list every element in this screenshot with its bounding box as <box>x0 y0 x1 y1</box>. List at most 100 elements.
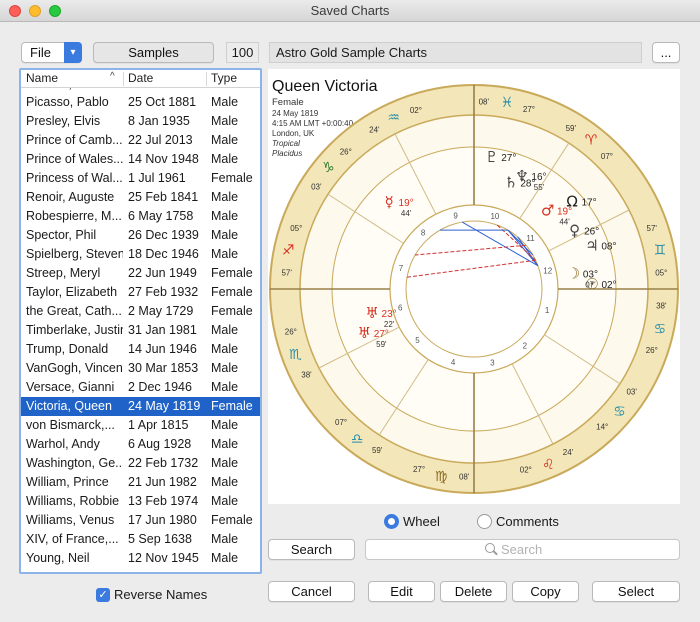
row-name: Versace, Gianni <box>26 380 115 394</box>
table-row[interactable]: Prince of Wales... 14 Nov 1948 Male <box>21 150 260 169</box>
planet-glyph-icon: ♃ <box>585 237 598 255</box>
cusp-minute: 03' <box>626 387 637 396</box>
table-row[interactable]: Williams, Venus 17 Jun 1980 Female <box>21 511 260 530</box>
row-name: Presley, Elvis <box>26 114 101 128</box>
row-type: Male <box>211 437 239 451</box>
search-button[interactable]: Search <box>268 539 355 560</box>
row-type: Female <box>211 266 253 280</box>
cusp-minute: 24' <box>369 126 380 135</box>
cancel-button[interactable]: Cancel <box>268 581 355 602</box>
comments-radio[interactable] <box>477 514 492 529</box>
table-row[interactable]: Young, Neil 12 Nov 1945 Male <box>21 549 260 568</box>
planet-minute: 07' <box>585 281 596 290</box>
row-name: Young, Neil <box>26 551 90 565</box>
table-row[interactable]: the Great, Cath... 2 May 1729 Female <box>21 302 260 321</box>
row-date: 14 Nov 1948 <box>128 152 199 166</box>
select-button[interactable]: Select <box>592 581 680 602</box>
table-row[interactable]: XIV, of France,... 5 Sep 1638 Male <box>21 530 260 549</box>
row-type: Male <box>211 551 239 565</box>
edit-button[interactable]: Edit <box>368 581 435 602</box>
wheel-radio[interactable] <box>384 514 399 529</box>
house-number: 2 <box>523 341 528 350</box>
row-date: 8 Jan 1935 <box>128 114 190 128</box>
table-row[interactable]: Robespierre, M... 6 May 1758 Male <box>21 207 260 226</box>
house-number: 3 <box>490 359 495 368</box>
row-name: Williams, Venus <box>26 513 115 527</box>
table-row[interactable]: Timberlake, Justin 31 Jan 1981 Male <box>21 321 260 340</box>
table-row[interactable]: Taylor, Elizabeth 27 Feb 1932 Female <box>21 283 260 302</box>
cusp-degree: 05° <box>290 224 302 233</box>
row-type: Male <box>211 342 239 356</box>
cusp-degree: 27° <box>523 105 535 114</box>
row-type: Male <box>211 95 239 109</box>
row-type: Male <box>211 475 239 489</box>
table-row[interactable]: Picasso, Pablo 25 Oct 1881 Male <box>21 93 260 112</box>
zodiac-sign-icon: ♋ <box>654 322 667 338</box>
cusp-minute: 57' <box>647 224 658 233</box>
planet-glyph-icon: ♅ <box>365 304 378 322</box>
planet-glyph-icon: ♅ <box>358 324 371 342</box>
table-row[interactable]: Spielberg, Steven 18 Dec 1946 Male <box>21 245 260 264</box>
house-number: 1 <box>545 306 550 315</box>
table-row[interactable]: Warhol, Andy 6 Aug 1928 Male <box>21 435 260 454</box>
table-row[interactable]: William, Prince 21 Jun 1982 Male <box>21 473 260 492</box>
checkmark-icon: ✓ <box>96 588 110 602</box>
table-row[interactable]: Versace, Gianni 2 Dec 1946 Male <box>21 378 260 397</box>
row-type: Female <box>211 399 253 413</box>
planet-degree: 28° <box>520 179 535 190</box>
row-name: Streep, Meryl <box>26 266 101 280</box>
table-row[interactable]: Princess of Wal... 1 Jul 1961 Female <box>21 169 260 188</box>
planet-degree: 19° <box>399 198 414 209</box>
cusp-minute: 59' <box>566 124 577 133</box>
planet-minute: 44' <box>559 217 570 226</box>
file-dropdown[interactable]: File ▾ <box>21 42 82 63</box>
table-row[interactable]: Renoir, Auguste 25 Feb 1841 Male <box>21 188 260 207</box>
planet-glyph-icon: ♇ <box>485 148 498 166</box>
charts-table[interactable]: Name ^ Date Type Pasteur, Louis27 Dec 18… <box>19 68 262 574</box>
row-date: 22 Jun 1949 <box>128 266 197 280</box>
table-row[interactable]: Presley, Elvis 8 Jan 1935 Male <box>21 112 260 131</box>
samples-button[interactable]: Samples <box>93 42 214 63</box>
table-row[interactable]: von Bismarck,... 1 Apr 1815 Male <box>21 416 260 435</box>
row-type: Female <box>211 171 253 185</box>
table-body: Pasteur, Louis27 Dec 1822MalePicasso, Pa… <box>21 70 260 572</box>
house-number: 8 <box>421 229 426 238</box>
search-input[interactable]: Search <box>365 539 680 560</box>
window: Saved Charts File ▾ Samples 100 Astro Go… <box>0 0 700 622</box>
table-row[interactable]: Trump, Donald 14 Jun 1946 Male <box>21 340 260 359</box>
zodiac-sign-icon: ♊ <box>654 242 667 258</box>
zodiac-sign-icon: ♋ <box>613 404 626 420</box>
row-date: 26 Dec 1939 <box>128 228 199 242</box>
house-number: 10 <box>490 212 499 221</box>
row-name: Robespierre, M... <box>26 209 122 223</box>
table-row[interactable]: Spector, Phil 26 Dec 1939 Male <box>21 226 260 245</box>
row-date: 6 Aug 1928 <box>128 437 192 451</box>
more-button[interactable]: ... <box>652 42 680 63</box>
row-type: Female <box>211 513 253 527</box>
row-date: 21 Jun 1982 <box>128 475 197 489</box>
file-dropdown-label: File <box>30 45 51 60</box>
zodiac-sign-icon: ♐ <box>282 242 295 258</box>
row-type: Male <box>211 494 239 508</box>
row-name: XIV, of France,... <box>26 532 119 546</box>
table-row[interactable]: Victoria, Queen 24 May 1819 Female <box>21 397 260 416</box>
chart-panel: Queen Victoria Female 24 May 1819 4:15 A… <box>268 69 680 504</box>
table-row[interactable]: VanGogh, Vincent 30 Mar 1853 Male <box>21 359 260 378</box>
table-row[interactable]: Williams, Robbie 13 Feb 1974 Male <box>21 492 260 511</box>
delete-button[interactable]: Delete <box>440 581 507 602</box>
house-number: 11 <box>526 234 535 243</box>
planet-degree: 23° <box>382 309 397 320</box>
planet-degree: 27° <box>374 329 389 340</box>
planet-glyph-icon: ☽ <box>567 265 580 283</box>
table-row[interactable]: Streep, Meryl 22 Jun 1949 Female <box>21 264 260 283</box>
row-name: Timberlake, Justin <box>26 323 123 337</box>
row-type: Male <box>211 380 239 394</box>
cusp-minute: 08' <box>479 97 490 106</box>
table-row[interactable]: Washington, Ge... 22 Feb 1732 Male <box>21 454 260 473</box>
zodiac-sign-icon: ♒ <box>387 110 400 126</box>
table-row[interactable]: Prince of Camb... 22 Jul 2013 Male <box>21 131 260 150</box>
row-type: Male <box>211 361 239 375</box>
chart-wheel[interactable]: 123456789 101112♓ 27°08'♒ 02°24'♑26°03'♐05°… <box>268 69 680 504</box>
row-type: Female <box>211 285 253 299</box>
copy-button[interactable]: Copy <box>512 581 579 602</box>
